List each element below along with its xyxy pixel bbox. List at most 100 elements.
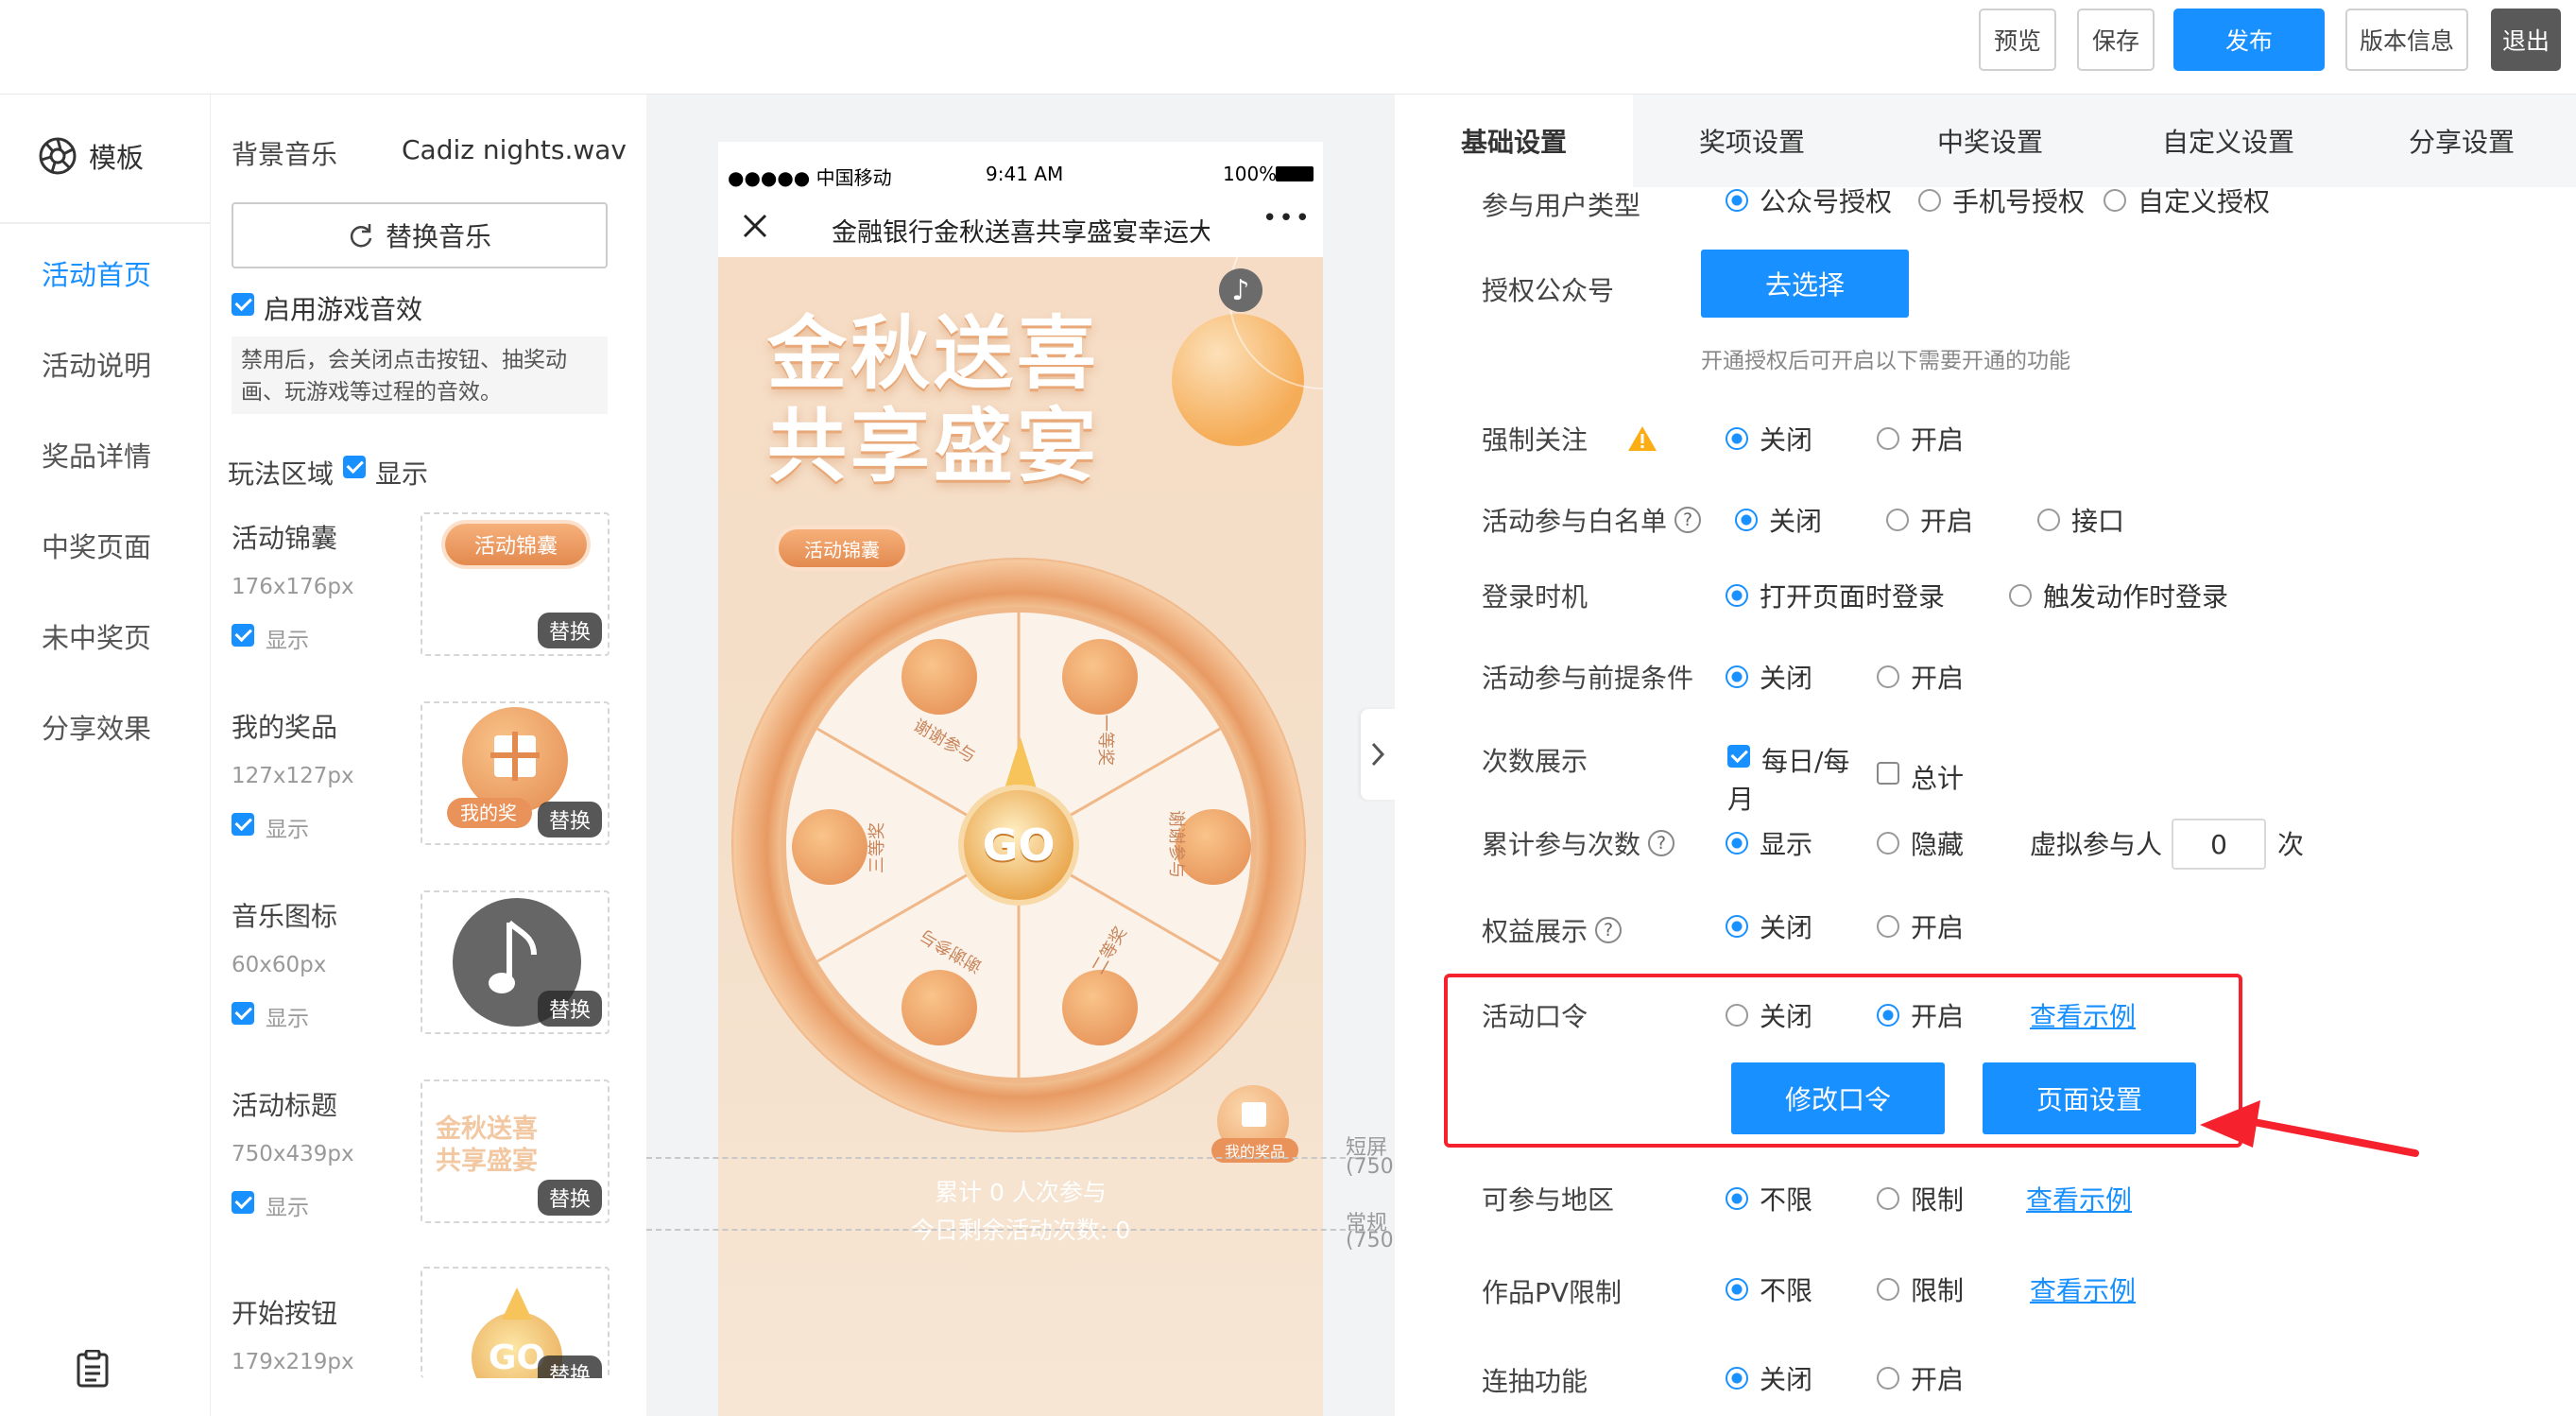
help-icon[interactable]: ?	[1648, 830, 1675, 856]
sidebar-item-lose-page[interactable]: 未中奖页	[42, 616, 151, 656]
go-pointer	[1002, 737, 1039, 798]
tab-winning[interactable]: 中奖设置	[1871, 95, 2109, 187]
tab-custom[interactable]: 自定义设置	[2109, 95, 2347, 187]
sidebar-item-description[interactable]: 活动说明	[42, 344, 151, 384]
whitelist-api[interactable]: 接口	[2037, 501, 2124, 539]
force-follow-off[interactable]: 关闭	[1726, 420, 1812, 458]
tab-share[interactable]: 分享设置	[2347, 95, 2576, 187]
daily-monthly-checkbox[interactable]	[1727, 745, 1750, 768]
prize-icon	[902, 970, 977, 1045]
music-filename: Cadiz nights.wav	[402, 134, 627, 165]
asset-thumbnail-my-prize[interactable]: 我的奖 替换	[421, 701, 610, 845]
pv-example-link[interactable]: 查看示例	[2030, 1270, 2136, 1308]
collapse-panel-button[interactable]	[1361, 709, 1395, 800]
template-logo[interactable]: 模板	[38, 136, 144, 176]
help-icon[interactable]: ?	[1595, 917, 1623, 943]
asset-show-checkbox[interactable]	[232, 1002, 254, 1025]
asset-show-checkbox[interactable]	[232, 813, 254, 836]
exit-button[interactable]: 退出	[2491, 9, 2561, 71]
whitelist-label: 活动参与白名单?	[1482, 501, 1702, 539]
sidebar-item-prize-details[interactable]: 奖品详情	[42, 435, 151, 475]
swap-button[interactable]: 替换	[537, 1180, 602, 1216]
asset-thumbnail-go[interactable]: GO 替换	[421, 1267, 610, 1378]
login-on-open[interactable]: 打开页面时登录	[1726, 577, 1945, 614]
asset-size: 179x219px	[232, 1350, 354, 1374]
precondition-on[interactable]: 开启	[1877, 658, 1964, 696]
prize-label: 三等奖	[867, 822, 887, 873]
prize-label: 一等奖	[1095, 715, 1115, 766]
region-example-link[interactable]: 查看示例	[2026, 1180, 2132, 1217]
asset-thumbnail-music[interactable]: 替换	[421, 890, 610, 1034]
choose-account-button[interactable]: 去选择	[1701, 250, 1909, 318]
user-type-phone[interactable]: 手机号授权	[1918, 181, 2085, 219]
tips-badge[interactable]: 活动锦囊	[779, 529, 905, 567]
replace-music-button[interactable]: 替换音乐	[232, 202, 608, 268]
normal-screen-guide	[646, 1229, 1374, 1231]
warning-icon	[1628, 426, 1657, 451]
sidebar-item-share[interactable]: 分享效果	[42, 707, 151, 747]
region-unlimited[interactable]: 不限	[1726, 1180, 1812, 1217]
publish-button[interactable]: 发布	[2173, 9, 2325, 71]
asset-name: 活动锦囊	[232, 523, 338, 554]
precondition-off[interactable]: 关闭	[1726, 658, 1812, 696]
sound-enable-label: 启用游戏音效	[264, 294, 423, 325]
sidebar-item-win-page[interactable]: 中奖页面	[42, 526, 151, 565]
prize-icon	[1062, 970, 1138, 1045]
total-checkbox[interactable]	[1877, 762, 1899, 785]
help-icon[interactable]: ?	[1674, 507, 1702, 533]
version-info-button[interactable]: 版本信息	[2345, 9, 2468, 71]
user-type-official[interactable]: 公众号授权	[1726, 181, 1892, 219]
clipboard-icon[interactable]	[76, 1350, 110, 1388]
asset-size: 750x439px	[232, 1142, 354, 1166]
swap-button[interactable]: 替换	[537, 613, 602, 648]
lucky-wheel: 谢谢参与 一等奖 谢谢参与 二等奖 谢谢参与 三等奖 GO	[731, 558, 1306, 1132]
asset-show-label: 显示	[266, 818, 309, 842]
tab-prizes[interactable]: 奖项设置	[1633, 95, 1871, 187]
swap-button[interactable]: 替换	[537, 802, 602, 838]
asset-show-checkbox[interactable]	[232, 624, 254, 647]
asset-panel: 背景音乐 Cadiz nights.wav 替换音乐 启用游戏音效 禁用后，会关…	[210, 95, 646, 1416]
replace-music-label: 替换音乐	[385, 221, 491, 252]
multi-draw-label: 连抽功能	[1482, 1366, 1589, 1397]
whitelist-off[interactable]: 关闭	[1735, 501, 1822, 539]
user-type-custom[interactable]: 自定义授权	[2104, 181, 2270, 219]
close-icon[interactable]	[743, 214, 767, 238]
multi-draw-off[interactable]: 关闭	[1726, 1359, 1812, 1397]
chevron-right-icon	[1371, 742, 1385, 767]
asset-thumbnail-tips[interactable]: 活动锦囊 替换	[421, 512, 610, 656]
preview-button[interactable]: 预览	[1979, 9, 2056, 71]
more-icon[interactable]: •••	[1262, 204, 1312, 233]
tab-basic[interactable]: 基础设置	[1395, 95, 1633, 187]
multi-draw-on[interactable]: 开启	[1877, 1359, 1964, 1397]
music-toggle-icon[interactable]: ♪	[1219, 268, 1262, 312]
asset-show-checkbox[interactable]	[232, 1191, 254, 1214]
user-type-label: 参与用户类型	[1482, 190, 1641, 221]
benefits-off[interactable]: 关闭	[1726, 907, 1812, 945]
battery-level: 100%	[1223, 163, 1278, 185]
swap-button[interactable]: 替换	[537, 991, 602, 1027]
play-area-checkbox[interactable]	[343, 456, 366, 478]
save-button[interactable]: 保存	[2077, 9, 2155, 71]
region-limited[interactable]: 限制	[1877, 1180, 1964, 1217]
sidebar-item-home[interactable]: 活动首页	[42, 253, 151, 293]
asset-thumbnail-title[interactable]: 金秋送喜共享盛宴 替换	[421, 1079, 610, 1223]
whitelist-on[interactable]: 开启	[1886, 501, 1973, 539]
auth-hint: 开通授权后可开启以下需要开通的功能	[1701, 349, 2070, 373]
template-label: 模板	[89, 142, 145, 174]
login-on-action[interactable]: 触发动作时登录	[2009, 577, 2228, 614]
force-follow-on[interactable]: 开启	[1877, 420, 1964, 458]
sound-enable-checkbox[interactable]	[232, 293, 254, 316]
benefits-on[interactable]: 开启	[1877, 907, 1964, 945]
pv-unlimited[interactable]: 不限	[1726, 1270, 1812, 1308]
asset-name: 音乐图标	[232, 901, 338, 932]
red-arrow-annotation	[2200, 1100, 2419, 1157]
total-count-hide[interactable]: 隐藏	[1877, 824, 1964, 862]
pv-limit-label: 作品PV限制	[1482, 1277, 1623, 1308]
swap-button[interactable]: 替换	[537, 1356, 602, 1378]
virtual-participants-input[interactable]: 0	[2172, 819, 2266, 870]
go-button[interactable]: GO	[964, 790, 1073, 900]
my-prize-icon[interactable]: 我的奖品	[1211, 1085, 1298, 1163]
pv-limited[interactable]: 限制	[1877, 1270, 1964, 1308]
settings-panel: 基础设置 奖项设置 中奖设置 自定义设置 分享设置 参与用户类型 公众号授权 手…	[1395, 95, 2576, 1416]
total-count-show[interactable]: 显示	[1726, 824, 1812, 862]
